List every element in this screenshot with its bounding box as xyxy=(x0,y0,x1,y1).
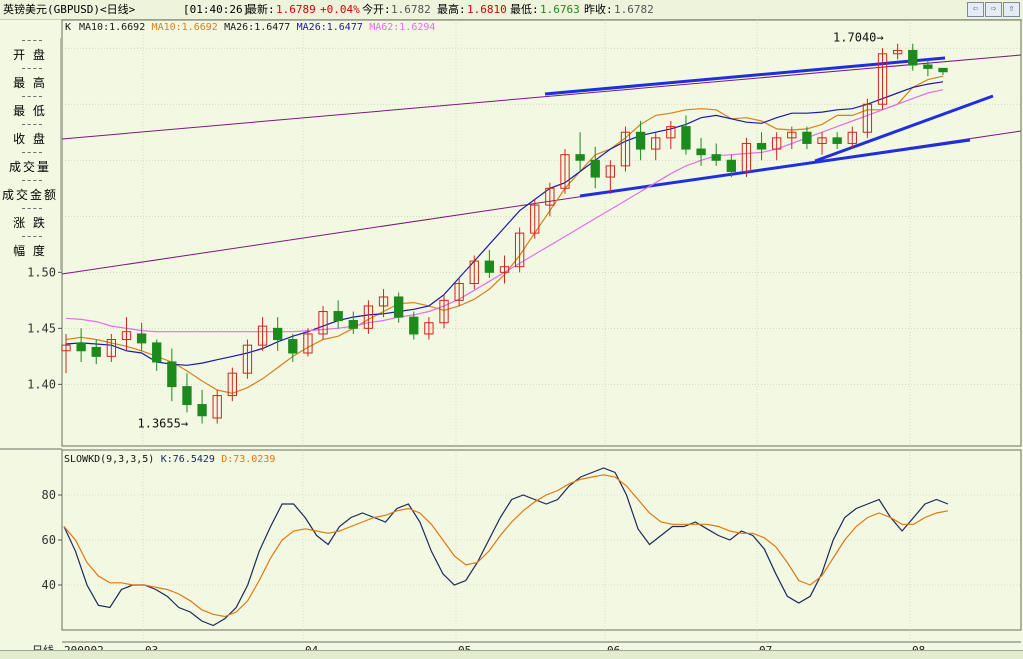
osc-legend-item: D:73.0239 xyxy=(221,454,275,465)
slowkd-lines xyxy=(63,467,949,627)
low-annotation: 1.3655→ xyxy=(138,417,189,431)
candle-body xyxy=(152,342,162,363)
prev-close-label: 昨收: xyxy=(584,3,613,16)
candle-body xyxy=(273,327,283,341)
axis-labels: 1.401.451.50406080200902030405060708日线1.… xyxy=(27,31,925,650)
osc-tick-label: 80 xyxy=(42,488,56,502)
price-legend-item: MA26:1.6477 xyxy=(224,22,290,33)
resistance-trendline xyxy=(544,56,946,96)
candle-body xyxy=(696,148,706,156)
price-chart[interactable]: 1.401.451.50406080200902030405060708日线1.… xyxy=(0,19,1023,650)
high-value: 1.6810 xyxy=(467,3,507,16)
slowkd-line-k xyxy=(63,467,949,627)
ma-line-ma10 xyxy=(65,75,944,394)
osc-tick-label: 60 xyxy=(42,533,56,547)
price-tick-label: 1.50 xyxy=(27,265,56,279)
last-price-value: 1.6789 xyxy=(276,3,316,16)
candle-body xyxy=(409,316,419,335)
price-legend-title: K xyxy=(65,22,71,33)
prev-close-value: 1.6782 xyxy=(614,3,654,16)
price-legend-item: MA62:1.6294 xyxy=(369,22,435,33)
candle-body xyxy=(711,154,721,161)
candle-body xyxy=(76,342,86,352)
candle-body xyxy=(635,131,646,150)
moving-averages xyxy=(65,75,944,394)
candle-body xyxy=(182,386,192,406)
nav-forward-button[interactable]: ⇨ xyxy=(985,2,1002,17)
nav-up-button[interactable]: ⇧ xyxy=(1003,2,1020,17)
open-value: 1.6782 xyxy=(391,3,431,16)
last-price-label: 最新: xyxy=(246,3,275,16)
price-pane-border xyxy=(61,19,1022,447)
instrument-title: 英镑美元(GBPUSD)<日线> xyxy=(3,3,136,16)
short-trendline xyxy=(814,94,994,163)
osc-legend-title: SLOWKD(9,3,3,5) xyxy=(64,454,154,465)
candle-body xyxy=(91,346,101,357)
candle-body xyxy=(590,159,600,178)
candle-body xyxy=(802,131,812,144)
high-annotation: 1.7040→ xyxy=(833,31,884,45)
candle-body xyxy=(167,361,177,388)
quote-header: 英镑美元(GBPUSD)<日线> [01:40:26] 最新: 1.6789 +… xyxy=(0,0,1023,20)
candle-body xyxy=(726,159,736,172)
candle-body xyxy=(832,137,842,144)
price-legend-item: MA10:1.6692 xyxy=(79,22,145,33)
ma-line-ma62 xyxy=(65,89,944,333)
open-label: 今开: xyxy=(362,3,391,16)
price-legend-item: MA10:1.6692 xyxy=(152,22,218,33)
candle-body xyxy=(288,339,298,354)
price-tick-label: 1.40 xyxy=(27,377,56,391)
candle-body xyxy=(333,311,343,321)
low-value: 1.6763 xyxy=(540,3,580,16)
candle-body xyxy=(348,319,358,329)
oscillator-pane-border xyxy=(61,449,1022,631)
candle-body xyxy=(575,154,585,161)
osc-legend-item: K:76.5429 xyxy=(161,454,215,465)
legend: K MA10:1.6692 MA10:1.6692 MA26:1.6477 MA26:1… xyxy=(64,22,435,465)
osc-tick-label: 40 xyxy=(42,578,56,592)
nav-back-button[interactable]: ⇦ xyxy=(967,2,984,17)
change-value: +0.04% xyxy=(320,3,360,16)
candle-body xyxy=(756,142,767,150)
trend-lines xyxy=(61,54,1022,275)
candle-body xyxy=(197,404,207,417)
period-label: 日线 xyxy=(32,643,54,650)
server-time: [01:40:26] xyxy=(183,3,250,16)
price-legend-item: MA26:1.6477 xyxy=(297,22,363,33)
candle-body xyxy=(938,67,948,73)
high-label: 最高: xyxy=(437,3,466,16)
candle-body xyxy=(908,49,918,66)
candle-body xyxy=(136,333,147,344)
candle-body xyxy=(484,260,495,273)
grid-lines xyxy=(58,20,1021,642)
upper-channel-line xyxy=(61,54,1022,140)
low-label: 最低: xyxy=(510,3,539,16)
candle-body xyxy=(923,64,933,69)
price-tick-label: 1.45 xyxy=(27,321,56,335)
ma-line-ma26 xyxy=(65,81,944,366)
slowkd-line-d xyxy=(63,474,949,618)
candle-body xyxy=(681,126,691,150)
candle-body xyxy=(393,296,404,318)
